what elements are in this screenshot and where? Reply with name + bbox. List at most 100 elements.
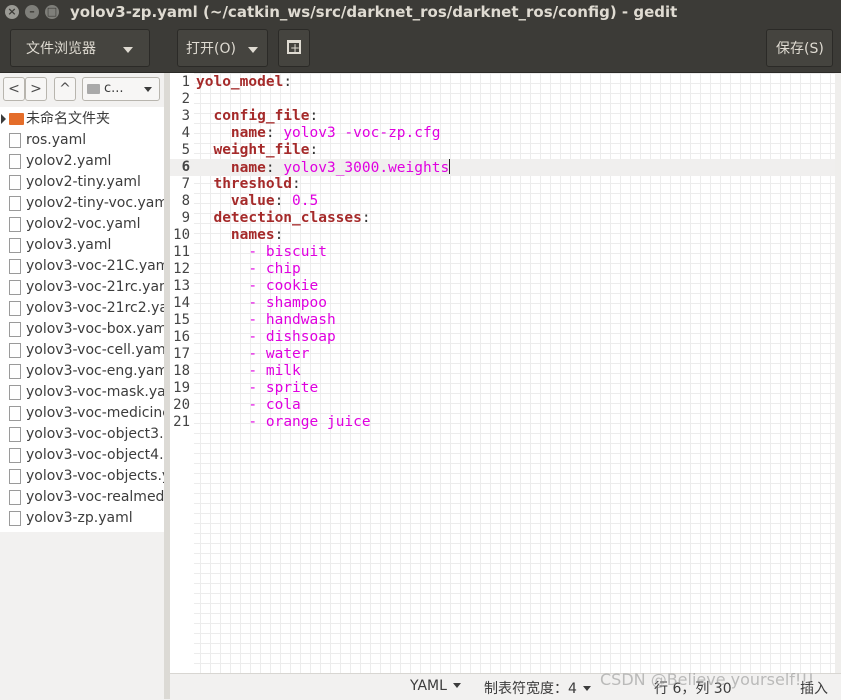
forward-button[interactable]: > [25, 77, 47, 101]
file-item[interactable]: ros.yaml [0, 130, 164, 151]
code-line[interactable]: 19 - sprite [170, 380, 841, 397]
code-line[interactable]: 2 [170, 91, 841, 108]
code-line[interactable]: 20 - cola [170, 397, 841, 414]
line-text: - cola [196, 397, 300, 414]
yaml-punctuation: - [248, 295, 266, 311]
file-item[interactable]: yolov3-voc-eng.yaml [0, 361, 164, 382]
file-item[interactable]: yolov3.yaml [0, 235, 164, 256]
code-line[interactable]: 13 - cookie [170, 278, 841, 295]
code-line[interactable]: 15 - handwash [170, 312, 841, 329]
tab-width-label: 制表符宽度：4 [484, 681, 577, 697]
file-browser-button[interactable]: 文件浏览器 [10, 29, 150, 67]
expander-icon [1, 114, 6, 124]
file-name: yolov3-voc-eng.yaml [26, 363, 164, 379]
yaml-punctuation: - [248, 329, 266, 345]
line-text: config_file: [196, 108, 318, 125]
up-button[interactable]: ^ [54, 77, 76, 101]
file-item[interactable]: yolov2-voc.yaml [0, 214, 164, 235]
file-browser-sidebar: < > ^ c... 未命名文件夹 ros.yaml yolov2.yaml yol… [0, 73, 164, 699]
yaml-value: chip [265, 261, 301, 277]
file-item[interactable]: yolov3-voc-realmedi [0, 487, 164, 508]
code-line[interactable]: 11 - biscuit [170, 244, 841, 261]
chevron-down-icon [452, 683, 461, 688]
file-icon [9, 511, 21, 526]
language-selector[interactable]: YAML [410, 678, 461, 694]
yaml-value: sprite [265, 380, 319, 396]
file-icon [9, 175, 21, 190]
line-number: 11 [173, 244, 190, 260]
file-item[interactable]: yolov3-voc-object3.y [0, 424, 164, 445]
file-name: yolov3-voc-21C.yaml [26, 258, 164, 274]
file-item[interactable]: yolov2.yaml [0, 151, 164, 172]
code-line[interactable]: 16 - dishsoap [170, 329, 841, 346]
close-icon[interactable]: × [5, 5, 19, 19]
chevron-right-icon: > [30, 81, 42, 97]
language-label: YAML [410, 678, 447, 694]
yaml-punctuation: : [265, 160, 284, 176]
code-line[interactable]: 18 - milk [170, 363, 841, 380]
file-item[interactable]: yolov3-voc-cell.yaml [0, 340, 164, 361]
back-button[interactable]: < [3, 77, 25, 101]
file-browser-label: 文件浏览器 [26, 41, 96, 57]
yaml-punctuation: : [309, 108, 319, 124]
location-dropdown[interactable]: c... [82, 77, 160, 101]
file-icon [9, 133, 21, 148]
minimize-icon[interactable]: – [25, 5, 39, 19]
code-line[interactable]: 12 - chip [170, 261, 841, 278]
line-number: 16 [173, 329, 190, 345]
code-line[interactable]: 5 weight_file: [170, 142, 841, 159]
code-line[interactable]: 21 - orange juice [170, 414, 841, 431]
code-line[interactable]: 6 name: yolov3_3000.weights [170, 159, 841, 176]
file-item[interactable]: yolov3-voc-objects.y [0, 466, 164, 487]
yaml-punctuation: - [248, 346, 266, 362]
code-line[interactable]: 8 value: 0.5 [170, 193, 841, 210]
code-line[interactable]: 7 threshold: [170, 176, 841, 193]
maximize-icon[interactable]: □ [45, 5, 59, 19]
text-editor[interactable]: 1 yolo_model: 2 3 config_file: 4 name: yolov… [170, 73, 841, 673]
line-text: name: yolov3_3000.weights [196, 159, 451, 177]
file-item[interactable]: yolov3-voc-box.yaml [0, 319, 164, 340]
yaml-key: yolo_model [196, 74, 284, 90]
open-button[interactable]: 打开(O) [177, 29, 268, 67]
line-text: - shampoo [196, 295, 327, 312]
line-text: names: [196, 227, 283, 244]
code-line[interactable]: 9 detection_classes: [170, 210, 841, 227]
code-line[interactable]: 10 names: [170, 227, 841, 244]
file-icon [9, 448, 21, 463]
yaml-punctuation: - [248, 278, 266, 294]
file-name: yolov2-voc.yaml [26, 216, 141, 232]
file-item[interactable]: yolov3-voc-21C.yaml [0, 256, 164, 277]
file-item[interactable]: yolov3-voc-21rc2.yar [0, 298, 164, 319]
location-label: c... [104, 81, 124, 96]
code-line[interactable]: 3 config_file: [170, 108, 841, 125]
line-text: - biscuit [196, 244, 327, 261]
vertical-scrollbar[interactable] [835, 73, 841, 673]
tab-width-selector[interactable]: 制表符宽度：4 [484, 678, 591, 698]
file-item[interactable]: yolov2-tiny.yaml [0, 172, 164, 193]
file-item[interactable]: yolov3-voc-medicine [0, 403, 164, 424]
save-button[interactable]: 保存(S) [766, 29, 833, 67]
file-item[interactable]: yolov2-tiny-voc.yaml [0, 193, 164, 214]
file-item[interactable]: yolov3-zp.yaml [0, 508, 164, 529]
file-item[interactable]: yolov3-voc-object4.y [0, 445, 164, 466]
yaml-value: 0.5 [292, 193, 319, 209]
code-line[interactable]: 4 name: yolov3 -voc-zp.cfg [170, 125, 841, 142]
file-item[interactable]: yolov3-voc-21rc.yam [0, 277, 164, 298]
new-document-button[interactable]: + [278, 29, 310, 67]
folder-name: 未命名文件夹 [26, 111, 110, 127]
code-line[interactable]: 14 - shampoo [170, 295, 841, 312]
yaml-punctuation: : [361, 210, 371, 226]
line-number: 17 [173, 346, 190, 362]
folder-item[interactable]: 未命名文件夹 [0, 109, 164, 130]
line-text: detection_classes: [196, 210, 371, 227]
file-name: yolov3-voc-mask.yan [26, 384, 164, 400]
file-item[interactable]: yolov3-voc-mask.yan [0, 382, 164, 403]
code-line[interactable]: 1 yolo_model: [170, 74, 841, 91]
code-line[interactable]: 17 - water [170, 346, 841, 363]
file-list: 未命名文件夹 ros.yaml yolov2.yaml yolov2-tiny.ya… [0, 107, 164, 532]
line-number: 6 [181, 159, 190, 175]
